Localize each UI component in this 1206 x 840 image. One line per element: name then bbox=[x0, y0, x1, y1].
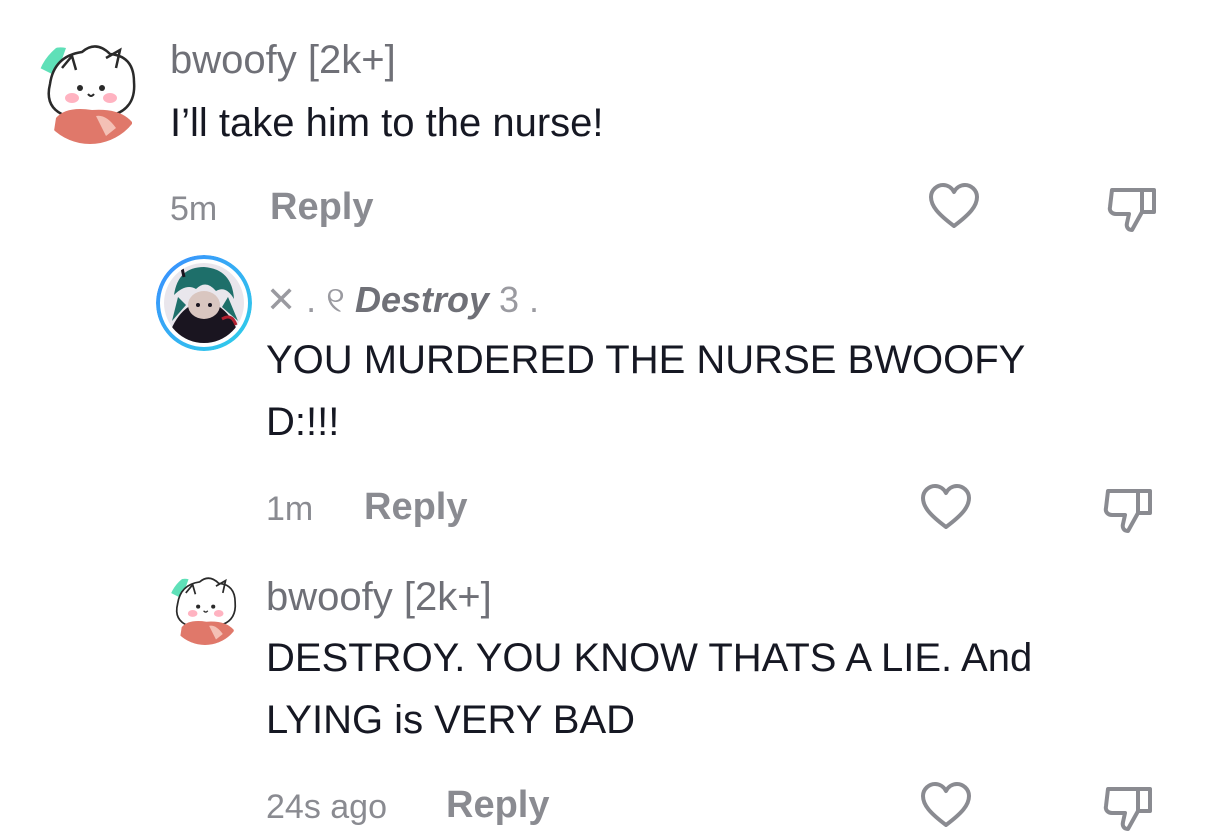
thumbs-down-outline-icon bbox=[1103, 787, 1152, 831]
comment-username[interactable]: bwoofy [2k+] bbox=[266, 575, 492, 620]
like-button[interactable] bbox=[920, 781, 972, 829]
heart-outline-icon bbox=[929, 183, 979, 228]
comment-text-line: DESTROY. YOU KNOW THATS A LIE. And bbox=[266, 636, 1033, 680]
comment-item: bwoofy [2k+] I’ll take him to the nurse!… bbox=[0, 0, 1206, 245]
comment-text: I’ll take him to the nurse! bbox=[170, 101, 604, 145]
dislike-button[interactable] bbox=[1102, 783, 1156, 833]
comment-time: 5m bbox=[170, 190, 218, 228]
dislike-button[interactable] bbox=[1106, 184, 1160, 234]
dislike-button[interactable] bbox=[1102, 485, 1156, 535]
comment-item: ✕ . ୧ Destroy 3 . YOU MURDERED THE NURSE… bbox=[0, 245, 1206, 545]
comment-time: 1m bbox=[266, 490, 314, 528]
avatar[interactable] bbox=[36, 36, 144, 144]
cartoon-animal-avatar-icon bbox=[36, 36, 144, 144]
username-name: Destroy bbox=[354, 279, 490, 320]
like-button[interactable] bbox=[920, 483, 972, 531]
reply-button[interactable]: Reply bbox=[446, 784, 549, 827]
comment-username[interactable]: ✕ . ୧ Destroy 3 . bbox=[266, 279, 539, 322]
heart-outline-icon bbox=[921, 484, 971, 529]
username-decoration-right: 3 . bbox=[499, 279, 540, 320]
heart-outline-icon bbox=[921, 782, 971, 827]
comment-text-line: D:!!! bbox=[266, 400, 340, 444]
comment-username[interactable]: bwoofy [2k+] bbox=[170, 38, 396, 83]
reply-button[interactable]: Reply bbox=[364, 486, 467, 529]
cartoon-animal-avatar-icon bbox=[168, 571, 242, 645]
avatar[interactable] bbox=[156, 255, 252, 351]
comment-text-line: YOU MURDERED THE NURSE BWOOFY bbox=[266, 338, 1026, 382]
reply-button[interactable]: Reply bbox=[270, 186, 373, 229]
avatar[interactable] bbox=[168, 571, 242, 645]
comment-item: bwoofy [2k+] DESTROY. YOU KNOW THATS A L… bbox=[0, 545, 1206, 840]
thumbs-down-outline-icon bbox=[1103, 489, 1152, 533]
comment-time: 24s ago bbox=[266, 788, 387, 826]
thumbs-down-outline-icon bbox=[1107, 188, 1156, 232]
username-decoration-left: ✕ . ୧ bbox=[266, 279, 345, 320]
like-button[interactable] bbox=[928, 182, 980, 230]
dark-character-avatar-icon bbox=[156, 255, 252, 351]
comment-text-line: LYING is VERY BAD bbox=[266, 698, 636, 742]
